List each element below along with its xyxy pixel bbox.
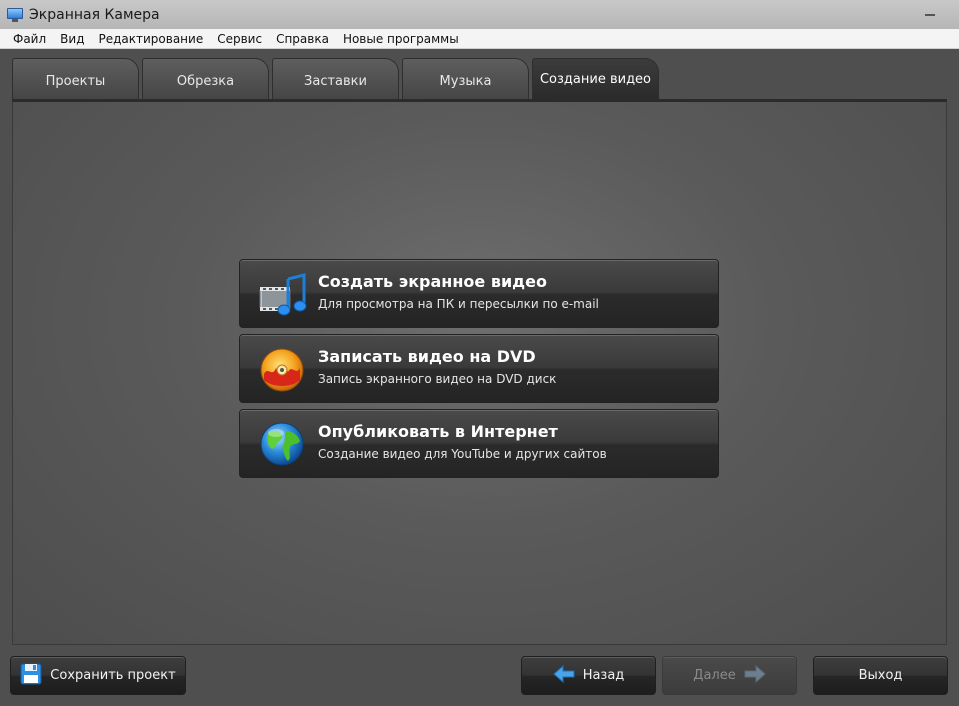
menu-view[interactable]: Вид (53, 29, 91, 49)
tab-intros[interactable]: Заставки (272, 58, 399, 100)
publish-internet-button[interactable]: Опубликовать в Интернет Создание видео д… (239, 409, 719, 478)
menu-service[interactable]: Сервис (210, 29, 269, 49)
burn-dvd-button[interactable]: Записать видео на DVD Запись экранного в… (239, 334, 719, 403)
back-button[interactable]: Назад (521, 656, 656, 695)
app-monitor-icon (7, 7, 23, 22)
tab-create-video[interactable]: Создание видео (532, 58, 659, 99)
floppy-disk-icon (20, 663, 42, 689)
menu-bar: Файл Вид Редактирование Сервис Справка Н… (0, 29, 959, 49)
next-label: Далее (693, 668, 736, 683)
window-title: Экранная Камера (29, 6, 160, 23)
menu-new-programs[interactable]: Новые программы (336, 29, 466, 49)
action-description: Запись экранного видео на DVD диск (318, 372, 557, 386)
create-screen-video-button[interactable]: Создать экранное видео Для просмотра на … (239, 259, 719, 328)
arrow-left-icon (552, 664, 575, 687)
menu-file[interactable]: Файл (6, 29, 53, 49)
title-bar: Экранная Камера (0, 0, 959, 29)
tab-trim[interactable]: Обрезка (142, 58, 269, 100)
save-project-label: Сохранить проект (50, 668, 176, 683)
menu-help[interactable]: Справка (269, 29, 336, 49)
action-description: Создание видео для YouTube и других сайт… (318, 447, 607, 461)
tab-bar: Проекты Обрезка Заставки Музыка Создание… (12, 58, 662, 100)
next-button[interactable]: Далее (662, 656, 797, 695)
action-description: Для просмотра на ПК и пересылки по e-mai… (318, 297, 599, 311)
action-title: Создать экранное видео (318, 272, 547, 291)
tab-projects[interactable]: Проекты (12, 58, 139, 100)
film-music-icon (258, 271, 308, 317)
exit-label: Выход (858, 668, 903, 683)
minimize-icon[interactable] (925, 8, 935, 16)
menu-edit[interactable]: Редактирование (91, 29, 210, 49)
exit-button[interactable]: Выход (813, 656, 948, 695)
globe-icon (258, 421, 308, 467)
arrow-right-icon (744, 664, 766, 687)
save-project-button[interactable]: Сохранить проект (10, 656, 186, 695)
dvd-disc-icon (258, 346, 308, 392)
back-label: Назад (582, 668, 625, 683)
action-title: Записать видео на DVD (318, 347, 536, 366)
action-title: Опубликовать в Интернет (318, 422, 558, 441)
tab-music[interactable]: Музыка (402, 58, 529, 100)
